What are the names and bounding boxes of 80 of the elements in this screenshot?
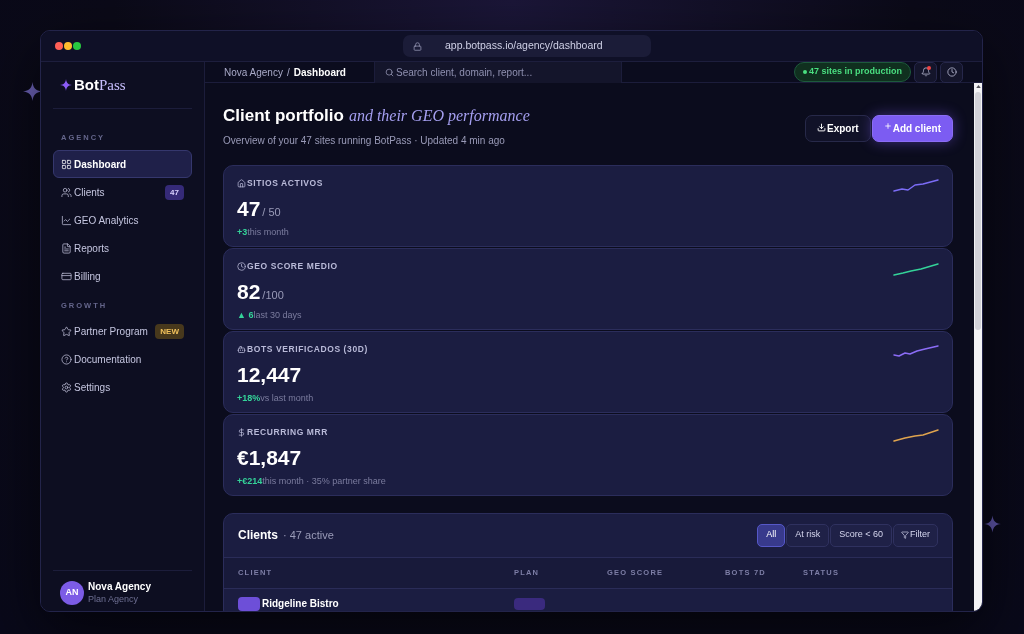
user-name: Nova Agency [88, 581, 151, 593]
close-window-icon[interactable] [55, 42, 63, 50]
sparkle-icon [984, 514, 1001, 534]
stat-label: BOTS VERIFICADOS (30D) [247, 343, 368, 356]
filter-chip[interactable]: All [757, 523, 786, 547]
user-plan: Plan Agency [88, 593, 140, 605]
nav-item[interactable]: Billing [53, 262, 192, 290]
stat-note: vs last month [260, 391, 314, 405]
table-count: · 47 active [283, 527, 334, 543]
stat-total: / 50 [262, 204, 281, 220]
stat-note: last 30 days [253, 308, 302, 322]
lock-icon [413, 41, 422, 51]
scrollbar-thumb[interactable] [975, 92, 981, 330]
maximize-window-icon[interactable] [73, 42, 81, 50]
table-title: Clients [238, 527, 278, 544]
client-name: Ridgeline Bistro [262, 597, 339, 611]
stat-value: 47 [237, 196, 261, 221]
search-icon [385, 67, 394, 77]
export-button[interactable]: Export [805, 115, 871, 142]
bell-icon [920, 67, 931, 77]
address-text: app.botpass.io/agency/dashboard [445, 38, 603, 54]
nav-badge: 47 [165, 184, 184, 200]
settings-icon [61, 381, 72, 393]
minimize-window-icon[interactable] [64, 42, 72, 50]
nav-item[interactable]: Partner Program NEW [53, 317, 192, 345]
plus-icon [883, 122, 892, 130]
stat-label: RECURRING MRR [247, 426, 328, 439]
robot-icon [237, 345, 246, 354]
house-icon [237, 179, 246, 188]
breadcrumb-link[interactable]: Nova Agency [224, 64, 283, 80]
stat-label: SITIOS ACTIVOS [247, 177, 324, 190]
stat-delta: +18% [237, 391, 261, 405]
client-avatar-icon [238, 596, 260, 611]
clock-icon [237, 262, 246, 271]
scrollbar-track[interactable] [974, 83, 982, 611]
sparkle-logo-icon [60, 79, 72, 91]
nav-item[interactable]: Settings [53, 373, 192, 401]
plan-tag-icon [514, 597, 545, 610]
grid-icon [61, 158, 72, 170]
nav-item[interactable]: Reports [53, 234, 192, 262]
history-button[interactable] [940, 61, 963, 83]
help-icon [61, 353, 72, 365]
address-bar[interactable]: app.botpass.io/agency/dashboard [403, 35, 651, 57]
add-client-button[interactable]: Add client [871, 115, 953, 142]
line-chart-icon [61, 214, 72, 226]
users-icon [61, 186, 72, 198]
nav-item[interactable]: Clients 47 [53, 178, 192, 206]
logo-wordmark: BotPass [74, 77, 126, 93]
clock-icon [946, 67, 957, 77]
star-icon [61, 325, 72, 337]
stat-note: this month [247, 225, 289, 239]
notifications-button[interactable] [914, 61, 937, 83]
stat-value: 82 [237, 279, 261, 304]
stat-total: /100 [262, 287, 284, 303]
filter-chip[interactable]: Score < 60 [830, 523, 892, 547]
nav-item[interactable]: GEO Analytics [53, 206, 192, 234]
nav-badge: NEW [155, 323, 184, 339]
dollar-icon [237, 428, 246, 437]
stat-value: €1,847 [237, 445, 302, 470]
funnel-icon [901, 531, 909, 539]
filter-chip[interactable]: At risk [786, 523, 830, 547]
breadcrumb-separator: / [286, 65, 290, 80]
user-avatar: AN [60, 581, 84, 605]
stat-note: this month · 35% partner share [262, 474, 386, 488]
document-icon [61, 242, 72, 254]
sparkle-icon [23, 82, 42, 101]
filter-button[interactable]: Filter [893, 523, 938, 547]
page-title: Client portfolio [223, 105, 344, 127]
stat-value: 12,447 [237, 362, 302, 387]
stat-label: GEO SCORE MEDIO [247, 260, 338, 273]
breadcrumb-current: Dashboard [293, 65, 346, 80]
nav-item[interactable]: Documentation [53, 345, 192, 373]
status-text: 47 sites in production [809, 65, 902, 79]
page-title-accent: and their GEO performance [348, 106, 530, 127]
nav-item[interactable]: Dashboard [53, 150, 192, 178]
page-subtitle: Overview of your 47 sites running BotPass · Updated 4 min ago [223, 133, 506, 148]
scroll-up-arrow-icon[interactable] [975, 85, 981, 88]
credit-card-icon [61, 270, 72, 282]
search-field[interactable]: Search client, domain, report... [374, 61, 622, 83]
download-icon [817, 123, 826, 132]
